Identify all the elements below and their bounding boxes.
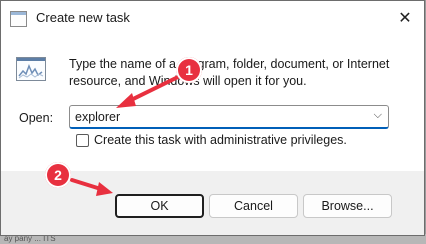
create-new-task-dialog: Create new task ✕ Type the name of a pro… <box>0 0 425 236</box>
run-program-icon <box>16 57 46 81</box>
open-combobox[interactable]: ⌵ <box>69 105 389 129</box>
open-input[interactable] <box>75 109 355 125</box>
admin-privileges-label[interactable]: Create this task with administrative pri… <box>94 133 347 147</box>
annotation-badge-1: 1 <box>176 57 202 83</box>
dialog-instructions: Type the name of a program, folder, docu… <box>69 57 390 88</box>
cancel-button[interactable]: Cancel <box>209 194 298 218</box>
open-label: Open: <box>19 111 54 125</box>
dialog-titlebar[interactable]: Create new task ✕ <box>1 1 424 37</box>
dialog-title: Create new task <box>36 10 130 25</box>
window-icon <box>10 11 27 27</box>
ok-button[interactable]: OK <box>115 194 204 218</box>
browse-button[interactable]: Browse... <box>303 194 392 218</box>
close-icon[interactable]: ✕ <box>386 1 424 37</box>
annotation-badge-2: 2 <box>45 162 71 188</box>
admin-privileges-checkbox[interactable] <box>76 134 89 147</box>
chevron-down-icon[interactable]: ⌵ <box>374 109 382 122</box>
